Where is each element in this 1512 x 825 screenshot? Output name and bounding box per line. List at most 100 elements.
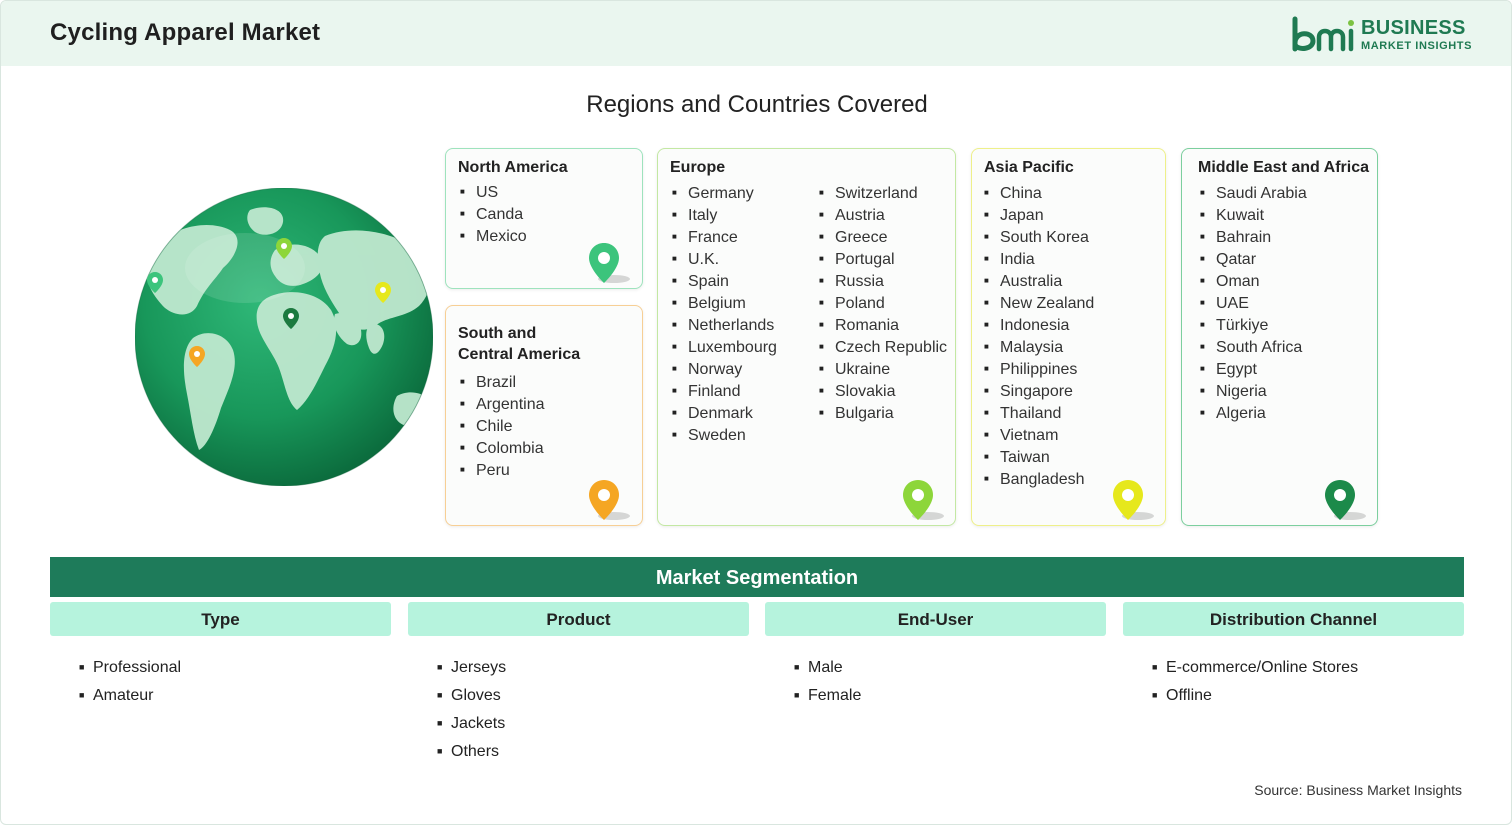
country-item: Australia (984, 270, 1094, 292)
country-item: China (984, 182, 1094, 204)
region-title: Asia Pacific (984, 159, 1074, 176)
country-item: Kuwait (1200, 204, 1307, 226)
segment-item: Others (437, 737, 506, 765)
country-item: Italy (672, 204, 777, 226)
country-item: Romania (819, 314, 947, 336)
country-item: Taiwan (984, 446, 1094, 468)
segment-list-distribution-channel: E-commerce/Online Stores Offline (1152, 653, 1358, 709)
company-logo: BUSINESS MARKET INSIGHTS (1291, 15, 1471, 55)
segment-item: Jackets (437, 709, 506, 737)
country-item: South Africa (1200, 336, 1307, 358)
page-title: Cycling Apparel Market (50, 19, 321, 46)
region-title-line2: Central America (458, 346, 581, 363)
country-item: Oman (1200, 270, 1307, 292)
country-item: Philippines (984, 358, 1094, 380)
country-item: Egypt (1200, 358, 1307, 380)
country-list: Brazil Argentina Chile Colombia Peru (460, 371, 545, 481)
country-item: Malaysia (984, 336, 1094, 358)
region-card-middle-east-africa: Middle East and Africa Saudi Arabia Kuwa… (1181, 148, 1378, 526)
country-item: Bangladesh (984, 468, 1094, 490)
country-item: Bahrain (1200, 226, 1307, 248)
country-item: U.K. (672, 248, 777, 270)
country-item: Norway (672, 358, 777, 380)
country-item: Slovakia (819, 380, 947, 402)
country-list-col2: Switzerland Austria Greece Portugal Russ… (819, 182, 947, 424)
country-item: Netherlands (672, 314, 777, 336)
country-item: Saudi Arabia (1200, 182, 1307, 204)
country-item: Mexico (460, 225, 527, 247)
region-title: South and Central America (458, 323, 580, 365)
region-title: North America (458, 159, 568, 176)
country-item: Peru (460, 459, 545, 481)
segment-item: Male (794, 653, 861, 681)
country-item: Singapore (984, 380, 1094, 402)
logo-text-market-insights: MARKET INSIGHTS (1361, 40, 1473, 52)
country-item: Russia (819, 270, 947, 292)
segment-item: Offline (1152, 681, 1358, 709)
country-item: Türkiye (1200, 314, 1307, 336)
country-item: Czech Republic (819, 336, 947, 358)
location-pin-icon (1113, 480, 1154, 520)
region-title: Middle East and Africa (1198, 159, 1369, 176)
segment-item: Jerseys (437, 653, 506, 681)
segment-item: E-commerce/Online Stores (1152, 653, 1358, 681)
location-pin-icon (589, 480, 630, 520)
region-title-line1: South and (458, 325, 537, 342)
country-item: Greece (819, 226, 947, 248)
country-item: Austria (819, 204, 947, 226)
country-item: Algeria (1200, 402, 1307, 424)
region-card-north-america: North America US Canda Mexico (445, 148, 643, 289)
region-card-europe: Europe Germany Italy France U.K. Spain B… (657, 148, 956, 526)
bmi-logo-icon (1292, 16, 1354, 52)
source-note: Source: Business Market Insights (1254, 782, 1462, 798)
country-item: Canda (460, 203, 527, 225)
segment-header-end-user: End-User (765, 602, 1106, 636)
country-item: Qatar (1200, 248, 1307, 270)
country-item: Chile (460, 415, 545, 437)
logo-text-business: BUSINESS (1361, 17, 1466, 39)
country-list-col1: Germany Italy France U.K. Spain Belgium … (672, 182, 777, 446)
country-item: Thailand (984, 402, 1094, 424)
country-item: Denmark (672, 402, 777, 424)
country-item: Japan (984, 204, 1094, 226)
header-bar: Cycling Apparel Market BUSINESS MARKET I… (1, 1, 1511, 66)
regions-title: Regions and Countries Covered (586, 91, 928, 118)
segment-item: Female (794, 681, 861, 709)
country-item: Sweden (672, 424, 777, 446)
country-item: Bulgaria (819, 402, 947, 424)
segment-list-end-user: Male Female (794, 653, 861, 709)
region-card-asia-pacific: Asia Pacific China Japan South Korea Ind… (971, 148, 1166, 526)
country-item: Portugal (819, 248, 947, 270)
country-item: Spain (672, 270, 777, 292)
country-item: Ukraine (819, 358, 947, 380)
segment-list-type: Professional Amateur (79, 653, 181, 709)
country-item: UAE (1200, 292, 1307, 314)
country-item: Belgium (672, 292, 777, 314)
country-item: Colombia (460, 437, 545, 459)
country-item: Vietnam (984, 424, 1094, 446)
country-item: Brazil (460, 371, 545, 393)
infographic-frame: Cycling Apparel Market BUSINESS MARKET I… (0, 0, 1512, 825)
country-list: China Japan South Korea India Australia … (984, 182, 1094, 490)
segment-header-distribution-channel: Distribution Channel (1123, 602, 1464, 636)
location-pin-icon (589, 243, 630, 283)
country-item: New Zealand (984, 292, 1094, 314)
country-item: US (460, 181, 527, 203)
country-item: India (984, 248, 1094, 270)
country-list: Saudi Arabia Kuwait Bahrain Qatar Oman U… (1200, 182, 1307, 424)
globe-illustration (135, 188, 433, 486)
segment-header-product: Product (408, 602, 749, 636)
country-item: Nigeria (1200, 380, 1307, 402)
country-item: Finland (672, 380, 777, 402)
segment-item: Amateur (79, 681, 181, 709)
country-item: Germany (672, 182, 777, 204)
country-item: Luxembourg (672, 336, 777, 358)
location-pin-icon (1325, 480, 1366, 520)
country-item: Indonesia (984, 314, 1094, 336)
segment-item: Gloves (437, 681, 506, 709)
segment-item: Professional (79, 653, 181, 681)
region-title: Europe (670, 159, 726, 176)
country-item: France (672, 226, 777, 248)
segmentation-title-bar: Market Segmentation (50, 557, 1464, 597)
country-item: Switzerland (819, 182, 947, 204)
